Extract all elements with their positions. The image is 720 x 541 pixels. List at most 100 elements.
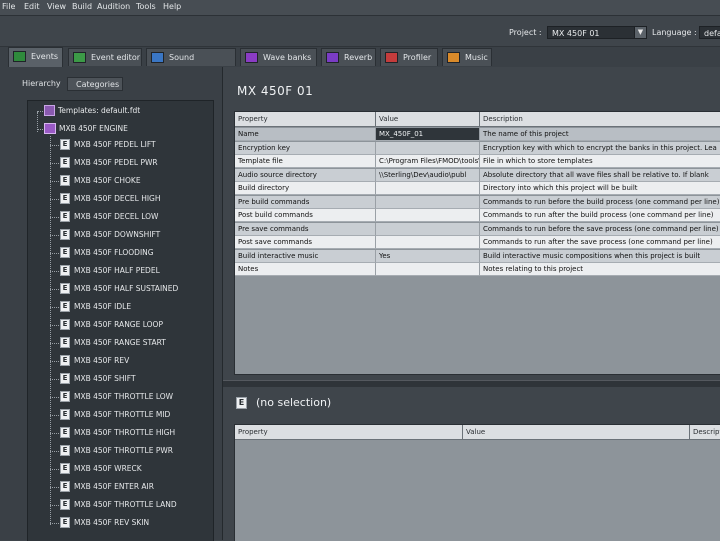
grid-cell-value[interactable] [376,263,480,276]
grid-cell-value[interactable]: MX_450F_01 [376,128,480,141]
event-icon: E [60,301,70,312]
tab-hierarchy[interactable]: Hierarchy [22,77,66,91]
menu-bar: File Edit View Build Audition Tools Help [0,0,720,16]
grid-cell-description[interactable]: Notes relating to this project [480,263,720,276]
event-icon: E [60,373,70,384]
grid-cell-property[interactable]: Pre build commands [235,195,376,209]
grid-cell-description[interactable]: The name of this project [480,128,720,141]
event-icon: E [60,409,70,420]
menu-tools[interactable]: Tools [136,2,156,11]
tab-wave-banks[interactable]: Wave banks [240,48,317,66]
tree-item-label: MXB 450F PEDEL LIFT [74,140,156,149]
tree-item-label: MXB 450F ENTER AIR [74,482,154,491]
grid-cell-description[interactable]: Build interactive music compositions whe… [480,249,720,263]
tree-item-label: MXB 450F IDLE [74,302,132,311]
grid-cell-property[interactable]: Build directory [235,182,376,195]
grid-cell-value[interactable] [376,141,480,155]
grid-cell-description[interactable]: Encryption key with which to encrypt the… [480,141,720,155]
tab-music[interactable]: Music [442,48,492,66]
menu-audition[interactable]: Audition [97,2,130,11]
tab-profiler[interactable]: Profiler [380,48,438,66]
tab-label: Reverb [344,53,373,62]
selection-title: (no selection) [256,396,332,409]
tab-event-editor[interactable]: Event editor [68,48,142,66]
wave-banks-icon [245,52,258,63]
column-header-value[interactable]: Value [376,112,480,127]
tab-label: Event editor [91,53,141,62]
tab-reverb[interactable]: Reverb [321,48,376,66]
tree-item-label: MXB 450F DOWNSHIFT [74,230,161,239]
menu-edit[interactable]: Edit [24,2,40,11]
events-icon [13,51,26,62]
grid-cell-description[interactable]: File in which to store templates [480,155,720,168]
column-header-description[interactable]: Description [480,112,720,127]
menu-help[interactable]: Help [163,2,181,11]
grid-cell-property[interactable]: Audio source directory [235,168,376,182]
grid-cell-value[interactable]: Yes [376,249,480,263]
selection-properties-grid: Property Value Descript [234,424,720,541]
tab-label: Music [465,53,488,62]
grid-cell-value[interactable] [376,195,480,209]
event-icon: E [60,265,70,276]
menu-build[interactable]: Build [72,2,92,11]
tab-events[interactable]: Events [8,47,63,67]
grid-cell-property[interactable]: Template file [235,155,376,168]
tree-item-label: MXB 450F REV SKIN [74,518,150,527]
project-properties-grid: Property Value Description Name MX_450F_0… [234,111,720,375]
panel-splitter[interactable] [223,380,720,387]
grid-cell-property[interactable]: Post save commands [235,236,376,249]
folder-icon [44,105,55,116]
event-icon: E [60,463,70,474]
profiler-icon [385,52,398,63]
grid-cell-description[interactable]: Commands to run after the save process (… [480,236,720,249]
tree-item-label: MXB 450F SHIFT [74,374,136,383]
tab-label: Events [31,52,59,61]
grid-cell-value[interactable]: \\Sterling\Dev\audio\publ [376,168,480,182]
grid-cell-value[interactable] [376,222,480,236]
column-header-property[interactable]: Property [235,112,376,127]
grid-cell-value[interactable]: C:\Program Files\FMOD\tools\... [376,155,480,168]
column-header-property[interactable]: Property [235,425,463,440]
grid-cell-description[interactable]: Absolute directory that all wave files s… [480,168,720,182]
reverb-icon [326,52,339,63]
menu-view[interactable]: View [47,2,66,11]
grid-cell-property[interactable]: Encryption key [235,141,376,155]
grid-cell-property[interactable]: Pre save commands [235,222,376,236]
grid-cell-description[interactable]: Commands to run after the build process … [480,209,720,222]
event-icon: E [60,247,70,258]
tab-label: Wave banks [263,53,312,62]
event-icon: E [60,517,70,528]
tree-item-label: MXB 450F HALF PEDEL [74,266,160,275]
project-select[interactable]: MX 450F 01 ▼ [547,26,647,39]
event-icon: E [60,175,70,186]
tree-item-label: MXB 450F CHOKE [74,176,141,185]
tree-item-label: MXB 450F PEDEL PWR [74,158,158,167]
tab-sound-definitions[interactable]: Sound definitions [146,48,236,79]
language-label: Language : [652,28,697,37]
grid-cell-description[interactable]: Commands to run before the save process … [480,222,720,236]
tree-item-label: MXB 450F WRECK [74,464,142,473]
grid-cell-value[interactable] [376,182,480,195]
grid-cell-property[interactable]: Post build commands [235,209,376,222]
tree-item-label: MXB 450F DECEL LOW [74,212,159,221]
event-icon: E [60,283,70,294]
grid-cell-description[interactable]: Commands to run before the build process… [480,195,720,209]
language-select-value: defa [704,29,720,38]
grid-cell-value[interactable] [376,236,480,249]
language-select[interactable]: defa [699,26,720,39]
tree-item-label: MXB 450F RANGE LOOP [74,320,163,329]
grid-cell-property[interactable]: Name [235,128,376,141]
grid-cell-value[interactable] [376,209,480,222]
grid-cell-property[interactable]: Build interactive music [235,249,376,263]
chevron-down-icon[interactable]: ▼ [634,27,646,38]
grid-cell-description[interactable]: Directory into which this project will b… [480,182,720,195]
event-icon: E [60,499,70,510]
event-icon: E [60,319,70,330]
column-header-description[interactable]: Descript [690,425,720,440]
menu-file[interactable]: File [2,2,15,11]
column-header-value[interactable]: Value [463,425,690,440]
music-icon [447,52,460,63]
event-icon: E [60,157,70,168]
grid-cell-property[interactable]: Notes [235,263,376,276]
tab-categories[interactable]: Categories [67,77,123,91]
